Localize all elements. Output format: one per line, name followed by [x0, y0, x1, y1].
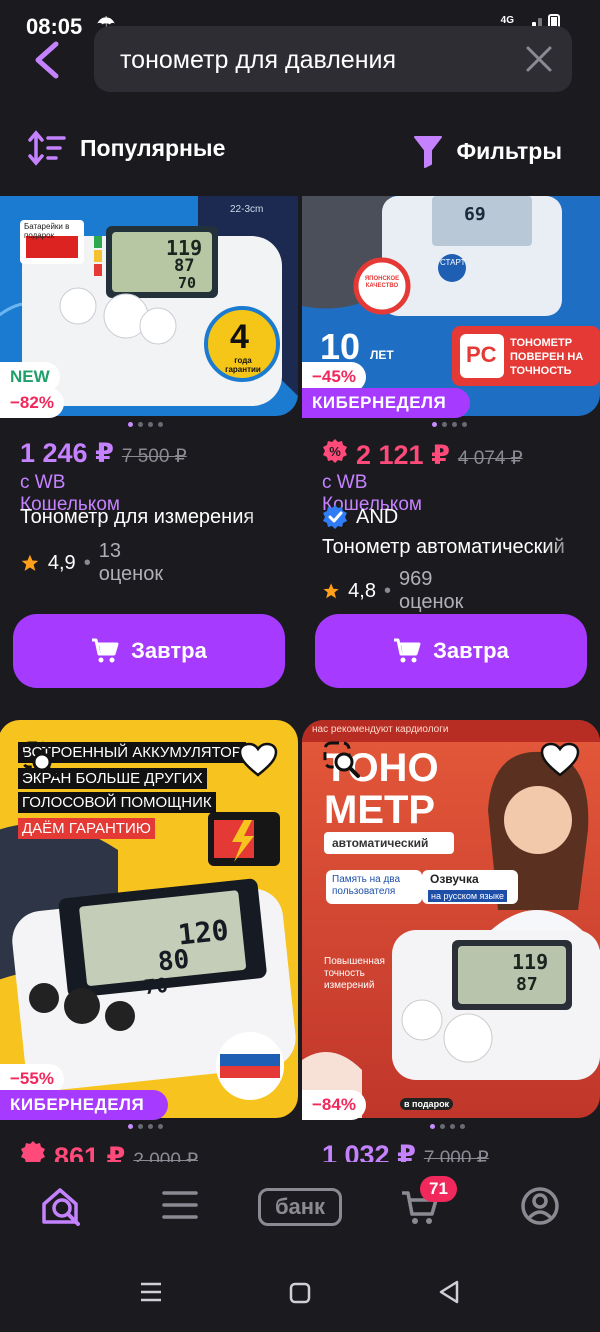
discount-badge: −82%: [0, 388, 64, 418]
filter-icon: [413, 136, 442, 168]
lcd-dia: 87: [516, 974, 538, 995]
rating-value: 4,9: [47, 551, 76, 574]
old-price: 7 000 ₽: [423, 1148, 489, 1162]
promo-badge: КИБЕРНЕДЕЛЯ: [0, 1090, 168, 1120]
back-button-icon[interactable]: [438, 1280, 460, 1304]
network-label: 4G: [500, 15, 514, 26]
add-to-cart-button[interactable]: Завтра: [13, 614, 285, 688]
title-line2: МЕТР: [324, 788, 436, 832]
verified-icon: [323, 505, 347, 529]
add-to-cart-button[interactable]: Завтра: [315, 614, 587, 688]
warranty-number: 4: [230, 318, 249, 356]
brand-name: AND: [356, 505, 399, 528]
old-price: 4 074 ₽: [457, 448, 523, 469]
accuracy-feature: Повышенная точность измерений: [324, 956, 385, 991]
lcd-size: 22-3cm: [230, 204, 264, 215]
svg-text:%: %: [329, 444, 341, 459]
home-button-icon[interactable]: [289, 1282, 311, 1304]
lcd-pul: 70: [142, 972, 170, 1000]
filter-button[interactable]: Фильтры: [413, 134, 562, 168]
catalog-menu-icon[interactable]: [162, 1190, 198, 1220]
image-pager: [128, 422, 163, 427]
profile-icon[interactable]: [520, 1186, 560, 1226]
product-name[interactable]: Тонометр автоматический: [322, 536, 584, 559]
sort-label: Популярные: [80, 134, 226, 161]
lcd-dia: 87: [174, 256, 195, 276]
system-navigation: [0, 1250, 600, 1332]
star-icon: [323, 583, 339, 599]
pc-mark: PC: [466, 342, 497, 367]
rating: 4,9 • 13 оценок: [20, 540, 169, 586]
hot-discount-icon: [21, 1141, 45, 1162]
product-name[interactable]: Тонометр для измерения: [20, 506, 282, 529]
old-price: 2 000 ₽: [133, 1150, 199, 1162]
cart-icon: [394, 638, 421, 663]
sort-icon: [28, 130, 66, 166]
image-pager: [432, 422, 467, 427]
star-icon: [21, 554, 39, 571]
years-unit: ЛЕТ: [370, 348, 394, 362]
feature-line: ДАЁМ ГАРАНТИЮ: [18, 818, 155, 839]
recommendation-text: нас рекомендуют кардиологи: [312, 724, 449, 735]
price: 861 ₽ 2 000 ₽: [20, 1140, 198, 1162]
gift-label: в подарок: [400, 1098, 454, 1110]
review-count: 969 оценок: [399, 568, 464, 613]
favorite-heart-icon[interactable]: [540, 742, 580, 778]
similar-search-icon[interactable]: [322, 740, 362, 780]
back-arrow-icon[interactable]: [30, 40, 66, 80]
current-price: 2 121 ₽: [356, 440, 450, 470]
rating: 4,8 • 969 оценок: [322, 568, 471, 614]
delivery-label: Завтра: [433, 638, 509, 663]
delivery-label: Завтра: [131, 638, 207, 663]
bottom-navigation: банк 71: [0, 1168, 600, 1248]
lcd-value: 69: [464, 204, 486, 225]
feature-line: ГОЛОСОВОЙ ПОМОЩНИК: [18, 792, 216, 813]
verified-text: ТОНОМЕТР ПОВЕРЕН НА ТОЧНОСТЬ: [510, 337, 584, 377]
separator-dot: •: [83, 551, 91, 574]
current-price: 861 ₽: [54, 1142, 126, 1162]
lcd-sys: 119: [512, 950, 549, 974]
voice-language: на русском языке: [428, 890, 508, 902]
clear-icon[interactable]: [524, 44, 554, 74]
cart-count-badge: 71: [420, 1176, 457, 1202]
warranty-text: года гарантии: [225, 356, 261, 374]
price: 1 032 ₽ 7 000 ₽: [322, 1140, 489, 1162]
start-label: СТАРТ: [440, 258, 466, 267]
filter-label: Фильтры: [456, 137, 562, 164]
favorite-heart-icon[interactable]: [238, 742, 278, 778]
separator-dot: •: [383, 579, 391, 602]
status-time: 08:05: [26, 14, 83, 39]
brand[interactable]: AND: [322, 504, 398, 530]
cart-icon: [92, 638, 119, 663]
memory-feature: Память на два пользователя: [332, 874, 401, 897]
search-query[interactable]: тонометр для давления: [120, 46, 396, 75]
review-count: 13 оценок: [98, 540, 164, 585]
price: 1 246 ₽ 7 500 ₽: [20, 438, 187, 469]
image-pager: [128, 1124, 163, 1129]
rating-value: 4,8: [348, 579, 376, 602]
subtitle: автоматический: [332, 836, 429, 850]
bank-tab[interactable]: банк: [258, 1188, 342, 1226]
promo-badge: КИБЕРНЕДЕЛЯ: [302, 388, 470, 418]
home-search-icon[interactable]: [40, 1186, 82, 1226]
sort-button[interactable]: Популярные: [28, 130, 225, 166]
discount-badge: −84%: [302, 1090, 366, 1120]
similar-search-icon[interactable]: [20, 740, 60, 780]
voice-feature: Озвучка: [430, 872, 479, 886]
current-price: 1 246 ₽: [20, 438, 114, 468]
search-input[interactable]: тонометр для давления: [94, 26, 572, 92]
hot-discount-icon: %: [323, 439, 347, 463]
old-price: 7 500 ₽: [121, 446, 187, 467]
batteries-text: Батарейки в подарок: [24, 222, 70, 240]
price: % 2 121 ₽ 4 074 ₽: [322, 438, 523, 471]
lcd-pul: 70: [178, 274, 197, 292]
quality-stamp: ЯПОНСКОЕ КАЧЕСТВО: [364, 276, 400, 289]
current-price: 1 032 ₽: [322, 1140, 416, 1162]
recent-apps-icon[interactable]: [140, 1282, 162, 1302]
image-pager: [430, 1124, 465, 1129]
